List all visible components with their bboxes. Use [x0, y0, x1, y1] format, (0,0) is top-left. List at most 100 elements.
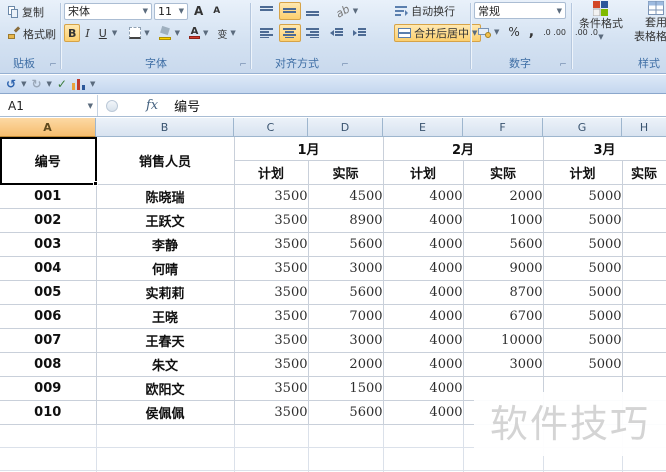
cell[interactable]	[622, 304, 666, 329]
redo-dropdown-icon[interactable]: ▼	[47, 80, 52, 88]
cell[interactable]: 2000	[463, 184, 544, 209]
align-bottom-button[interactable]	[302, 2, 324, 20]
grow-font-button[interactable]: A	[190, 2, 207, 20]
cell[interactable]: 5000	[543, 280, 623, 305]
cell-name[interactable]: 欧阳文	[96, 376, 235, 401]
underline-dropdown-icon[interactable]: ▼	[112, 29, 117, 37]
accounting-format-button[interactable]: ▼	[474, 23, 503, 41]
cell[interactable]	[96, 447, 235, 471]
cell[interactable]: 2000	[308, 352, 384, 377]
cell-id[interactable]: 005	[0, 280, 97, 305]
cell[interactable]: 3500	[234, 232, 309, 257]
merge-center-button[interactable]: 合并后居中 ▼	[394, 24, 482, 42]
cell-name[interactable]: 侯佩佩	[96, 400, 235, 425]
cell[interactable]: 5000	[543, 232, 623, 257]
column-header-b[interactable]: B	[96, 118, 234, 137]
column-header-c[interactable]: C	[234, 118, 308, 137]
font-size-select[interactable]: 11 ▼	[154, 2, 188, 20]
cell[interactable]: 8700	[463, 280, 544, 305]
cell[interactable]: 5000	[543, 304, 623, 329]
cell[interactable]: 3500	[234, 256, 309, 281]
cell[interactable]	[234, 424, 309, 448]
fill-handle[interactable]	[93, 181, 98, 186]
phonetic-guide-button[interactable]: 变 ▼	[213, 24, 239, 42]
borders-button[interactable]: ▼	[125, 24, 153, 42]
increase-indent-button[interactable]	[349, 24, 371, 42]
number-dialog-launcher[interactable]: ⌐	[558, 60, 568, 70]
cell-name[interactable]: 何晴	[96, 256, 235, 281]
cell[interactable]	[0, 447, 97, 471]
cell[interactable]: 3500	[234, 376, 309, 401]
align-center-button[interactable]	[279, 24, 301, 42]
column-header-g[interactable]: G	[543, 118, 622, 137]
column-header-h[interactable]: H	[622, 118, 666, 137]
cell[interactable]: 3500	[234, 328, 309, 353]
cell[interactable]	[0, 424, 97, 448]
cell[interactable]	[622, 280, 666, 305]
cell[interactable]: 5000	[543, 328, 623, 353]
cell[interactable]: 4000	[383, 328, 464, 353]
cell-name[interactable]: 实莉莉	[96, 280, 235, 305]
italic-button[interactable]: I	[81, 24, 93, 42]
cell[interactable]	[622, 256, 666, 281]
cell-e2[interactable]: 计划	[383, 160, 464, 185]
cell[interactable]: 5600	[308, 280, 384, 305]
cell[interactable]	[308, 447, 384, 471]
cell-id[interactable]: 010	[0, 400, 97, 425]
cell[interactable]	[622, 208, 666, 233]
cell-g2[interactable]: 计划	[543, 160, 623, 185]
alignment-dialog-launcher[interactable]: ⌐	[340, 60, 350, 70]
cell[interactable]	[383, 447, 464, 471]
format-as-table-button[interactable]: 套用 表格格式	[630, 1, 666, 43]
cell[interactable]: 1000	[463, 208, 544, 233]
cell[interactable]: 4500	[308, 184, 384, 209]
cell[interactable]: 8900	[308, 208, 384, 233]
formula-input[interactable]: 编号	[174, 96, 200, 115]
cell-name[interactable]: 王晓	[96, 304, 235, 329]
cell[interactable]: 3500	[234, 400, 309, 425]
cell-b1[interactable]: 销售人员	[96, 137, 235, 185]
cell-month3[interactable]: 3月	[543, 137, 666, 161]
cell[interactable]: 5600	[308, 400, 384, 425]
cell-id[interactable]: 007	[0, 328, 97, 353]
align-left-button[interactable]	[256, 24, 278, 42]
cell[interactable]: 3500	[234, 184, 309, 209]
cell-month1[interactable]: 1月	[234, 137, 384, 161]
cell-f2[interactable]: 实际	[463, 160, 544, 185]
cell-h2[interactable]: 实际	[622, 160, 666, 185]
column-header-f[interactable]: F	[463, 118, 543, 137]
selection-border[interactable]	[0, 137, 98, 186]
clipboard-dialog-launcher[interactable]: ⌐	[48, 60, 58, 70]
percent-style-button[interactable]: %	[504, 23, 523, 41]
cell-name[interactable]: 李静	[96, 232, 235, 257]
cell[interactable]: 4000	[383, 304, 464, 329]
cell-id[interactable]: 003	[0, 232, 97, 257]
cell-id[interactable]: 006	[0, 304, 97, 329]
column-header-a[interactable]: A	[0, 118, 96, 137]
cell[interactable]: 4000	[383, 184, 464, 209]
decrease-indent-button[interactable]	[326, 24, 348, 42]
spelling-button[interactable]: ✓	[57, 77, 67, 91]
column-header-e[interactable]: E	[383, 118, 463, 137]
cell[interactable]: 4000	[383, 280, 464, 305]
cell[interactable]	[383, 424, 464, 448]
cell-c2[interactable]: 计划	[234, 160, 309, 185]
cell[interactable]: 3000	[308, 328, 384, 353]
font-color-button[interactable]: A ▼	[185, 24, 212, 42]
cell-name[interactable]: 王春天	[96, 328, 235, 353]
cell[interactable]: 3000	[463, 352, 544, 377]
column-header-d[interactable]: D	[308, 118, 383, 137]
cell[interactable]: 5600	[308, 232, 384, 257]
cell[interactable]: 9000	[463, 256, 544, 281]
cell[interactable]	[308, 424, 384, 448]
undo-button[interactable]: ↺	[6, 77, 16, 91]
shrink-font-button[interactable]: A	[209, 2, 224, 20]
number-format-select[interactable]: 常规 ▼	[474, 2, 566, 19]
cell[interactable]: 5000	[543, 352, 623, 377]
cell[interactable]: 4000	[383, 232, 464, 257]
cell[interactable]	[234, 447, 309, 471]
format-painter-button[interactable]: 格式刷	[4, 25, 60, 43]
cell[interactable]: 7000	[308, 304, 384, 329]
cell[interactable]: 6700	[463, 304, 544, 329]
cell-id[interactable]: 002	[0, 208, 97, 233]
